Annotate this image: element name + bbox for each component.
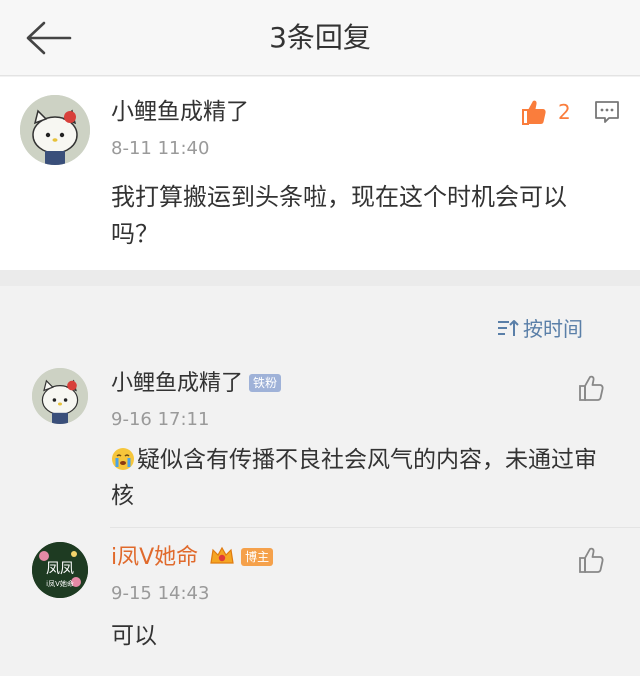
thumbs-up-icon[interactable] <box>577 374 605 402</box>
host-badge: 博主 <box>241 548 274 566</box>
avatar[interactable] <box>32 368 88 424</box>
section-divider <box>0 270 640 286</box>
sort-icon <box>498 319 519 336</box>
reply-divider <box>110 527 640 528</box>
reply-time: 9-16 17:11 <box>111 409 210 430</box>
reply-text: 疑似含有传播不良社会风气的内容，未通过审核 <box>111 447 597 509</box>
avatar-subtext: i凤V她命 <box>46 579 74 588</box>
fan-badge: 铁粉 <box>249 374 282 392</box>
reply-author[interactable]: 小鲤鱼成精了 <box>111 371 243 396</box>
hello-kitty-avatar-icon <box>20 95 90 165</box>
comment-content: 我打算搬运到头条啦，现在这个时机会可以吗？ <box>111 183 567 248</box>
sort-label: 按时间 <box>523 317 583 341</box>
thumbs-up-icon[interactable] <box>577 546 605 574</box>
page-title: 3条回复 <box>269 21 371 54</box>
comment-time: 8-11 11:40 <box>111 138 210 159</box>
hello-kitty-avatar-icon <box>32 368 88 424</box>
avatar-text: 凤凤 <box>46 561 74 577</box>
top-bar: 3条回复 <box>0 0 640 76</box>
reply-time: 9-15 14:43 <box>111 583 210 604</box>
thumbs-up-filled-icon <box>522 100 546 125</box>
main-comment: 小鲤鱼成精了 8-11 11:40 我打算搬运到头条啦，现在这个时机会可以吗？ … <box>0 77 640 270</box>
comment-reply-icon[interactable] <box>594 99 620 125</box>
reply-author[interactable]: i凤V她命 <box>111 545 198 570</box>
comment-author[interactable]: 小鲤鱼成精了 <box>111 97 249 127</box>
blogger-avatar-icon: 凤凤 i凤V她命 <box>32 542 88 598</box>
reply-author-row: i凤V她命 博主 <box>111 543 274 573</box>
vip-crown-icon <box>210 546 234 564</box>
avatar[interactable] <box>20 95 90 165</box>
like-button[interactable]: 2 <box>520 97 571 127</box>
like-count: 2 <box>558 100 571 124</box>
reply-content: 可以 <box>111 623 157 649</box>
crying-emoji-icon <box>112 448 134 470</box>
avatar[interactable]: 凤凤 i凤V她命 <box>32 542 88 598</box>
reply-content: 疑似含有传播不良社会风气的内容，未通过审核 <box>111 442 611 514</box>
sort-by-time-button[interactable]: 按时间 <box>497 313 583 342</box>
reply-author-row: 小鲤鱼成精了 铁粉 <box>111 369 282 399</box>
